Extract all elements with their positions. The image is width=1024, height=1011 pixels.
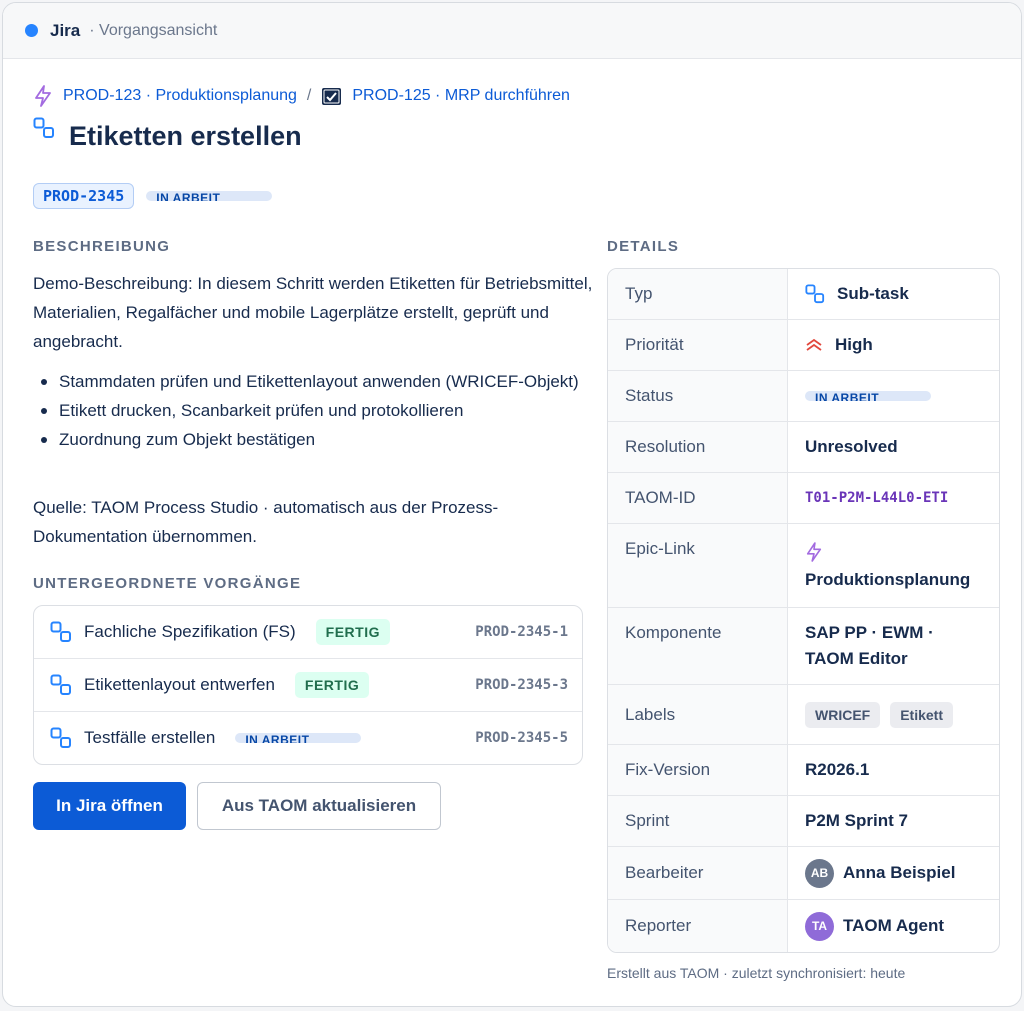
refresh-from-taom-button[interactable]: Aus TAOM aktualisieren <box>197 782 441 830</box>
assignee-name: Anna Beispiel <box>843 863 956 882</box>
status-pill[interactable]: IN ARBEIT <box>805 391 931 401</box>
view-name: · Vorgangsansicht <box>89 21 218 39</box>
label-chip[interactable]: Etikett <box>890 701 954 728</box>
detail-label: Fix-Version <box>608 745 788 795</box>
bullet-item: Etikett drucken, Scanbarkeit prüfen und … <box>39 396 589 425</box>
subtask-key[interactable]: PROD-2345-3 <box>475 677 568 693</box>
description-bullets: Stammdaten prüfen und Etikettenlayout an… <box>39 367 589 454</box>
details-table: Typ Sub-task Priorität High Status IN AR… <box>607 268 1000 953</box>
subtask-name[interactable]: Testfälle erstellen <box>84 728 215 748</box>
issue-key-badge[interactable]: PROD-2345 <box>33 183 135 209</box>
sync-footer: Erstellt aus TAOM · zuletzt synchronisie… <box>607 965 906 981</box>
detail-row-taom-id: TAOM-ID T01-P2M-L44L0-ETI <box>608 473 999 524</box>
type-value: Sub-task <box>837 284 909 303</box>
detail-label: Sprint <box>608 796 788 846</box>
app-status-dot <box>25 24 38 37</box>
bullet-item: Stammdaten prüfen und Etikettenlayout an… <box>39 367 589 396</box>
issue-status-text: IN ARBEIT <box>156 191 221 201</box>
epic-bolt-icon <box>805 541 823 562</box>
avatar: AB <box>805 858 834 888</box>
subtask-row[interactable]: Testfälle erstellen IN ARBEIT PROD-2345-… <box>34 712 582 764</box>
bullet-item: Zuordnung zum Objekt bestätigen <box>39 425 589 454</box>
detail-label: Komponente <box>608 608 788 684</box>
detail-row-type: Typ Sub-task <box>608 269 999 320</box>
subtask-status-pill: IN ARBEIT <box>235 733 362 743</box>
subtask-row[interactable]: Etikettenlayout entwerfen FERTIG PROD-23… <box>34 659 582 712</box>
subtask-icon <box>33 117 55 144</box>
subtask-key[interactable]: PROD-2345-1 <box>475 624 568 640</box>
subtask-status-badge: FERTIG <box>294 672 370 698</box>
fix-version-value: R2026.1 <box>805 760 870 779</box>
detail-label: Bearbeiter <box>608 847 788 899</box>
subtask-icon <box>50 727 72 749</box>
description-text: Demo-Beschreibung: In diesem Schritt wer… <box>33 274 593 351</box>
sprint-value: P2M Sprint 7 <box>805 811 908 830</box>
detail-label: Resolution <box>608 422 788 472</box>
detail-row-epic-link: Epic-Link Produktionsplanung <box>608 524 999 608</box>
details-heading: DETAILS <box>607 238 680 255</box>
breadcrumb: PROD-123 · Produktionsplanung / PROD-125… <box>33 83 570 109</box>
description-heading: BESCHREIBUNG <box>33 238 171 255</box>
issue-window: Jira · Vorgangsansicht PROD-123 · Produk… <box>2 2 1022 1007</box>
detail-label: Priorität <box>608 320 788 370</box>
detail-label: Typ <box>608 269 788 319</box>
detail-value-epic-link[interactable]: Produktionsplanung <box>788 524 999 607</box>
app-name: Jira <box>50 20 81 40</box>
detail-label: Labels <box>608 685 788 744</box>
detail-value-type: Sub-task <box>788 269 999 319</box>
detail-row-priority: Priorität High <box>608 320 999 371</box>
subtask-name[interactable]: Fachliche Spezifikation (FS) <box>84 622 296 642</box>
subtasks-heading: UNTERGEORDNETE VORGÄNGE <box>33 575 302 592</box>
top-bar: Jira · Vorgangsansicht <box>3 3 1021 59</box>
issue-status-pill[interactable]: IN ARBEIT <box>146 191 273 201</box>
subtask-list: Fachliche Spezifikation (FS) FERTIG PROD… <box>33 605 583 765</box>
subtask-icon <box>50 621 72 643</box>
detail-row-component: Komponente SAP PP · EWM · TAOM Editor <box>608 608 999 685</box>
avatar: TA <box>805 911 834 941</box>
breadcrumb-parent-link[interactable]: PROD-125 · MRP durchführen <box>352 87 570 105</box>
subtask-icon <box>50 674 72 696</box>
detail-row-status: Status IN ARBEIT <box>608 371 999 422</box>
subtask-key[interactable]: PROD-2345-5 <box>475 730 568 746</box>
detail-label: TAOM-ID <box>608 473 788 523</box>
issue-header: Etiketten erstellen <box>33 117 302 152</box>
issue-title: Etiketten erstellen <box>69 121 302 151</box>
detail-row-fix-version: Fix-Version R2026.1 <box>608 745 999 796</box>
priority-value: High <box>835 335 873 354</box>
subtask-row[interactable]: Fachliche Spezifikation (FS) FERTIG PROD… <box>34 606 582 659</box>
task-checkbox-icon <box>321 87 342 106</box>
issue-meta: PROD-2345 IN ARBEIT <box>33 183 273 209</box>
detail-value-status[interactable]: IN ARBEIT <box>788 371 999 421</box>
component-value: SAP PP · EWM · TAOM Editor <box>805 623 934 668</box>
detail-value-labels: WRICEF Etikett <box>788 685 999 744</box>
detail-label: Reporter <box>608 900 788 952</box>
detail-value-priority[interactable]: High <box>788 320 999 370</box>
detail-row-assignee: Bearbeiter AB Anna Beispiel <box>608 847 999 900</box>
breadcrumb-epic-link[interactable]: PROD-123 · Produktionsplanung <box>63 87 297 105</box>
subtask-status-badge: FERTIG <box>315 619 390 645</box>
description-source: Quelle: TAOM Process Studio · automatisc… <box>33 498 499 546</box>
detail-label: Epic-Link <box>608 524 788 607</box>
detail-value-reporter[interactable]: TA TAOM Agent <box>788 900 999 952</box>
epic-link-value[interactable]: Produktionsplanung <box>805 570 970 590</box>
label-chip[interactable]: WRICEF <box>805 701 881 728</box>
detail-row-sprint: Sprint P2M Sprint 7 <box>608 796 999 847</box>
detail-value-assignee[interactable]: AB Anna Beispiel <box>788 847 999 899</box>
detail-row-resolution: Resolution Unresolved <box>608 422 999 473</box>
resolution-value: Unresolved <box>805 437 898 456</box>
subtask-icon <box>805 284 825 304</box>
priority-high-icon <box>805 337 823 353</box>
reporter-name: TAOM Agent <box>843 916 945 935</box>
detail-row-reporter: Reporter TA TAOM Agent <box>608 900 999 952</box>
subtask-status-text: IN ARBEIT <box>245 733 310 743</box>
detail-row-labels: Labels WRICEF Etikett <box>608 685 999 745</box>
open-in-jira-button[interactable]: In Jira öffnen <box>33 782 186 830</box>
breadcrumb-separator: / <box>306 87 312 104</box>
taom-id-link[interactable]: T01-P2M-L44L0-ETI <box>805 490 948 506</box>
status-pill-text: IN ARBEIT <box>815 391 880 401</box>
subtask-name[interactable]: Etikettenlayout entwerfen <box>84 675 275 695</box>
detail-label: Status <box>608 371 788 421</box>
epic-bolt-icon <box>33 85 53 107</box>
